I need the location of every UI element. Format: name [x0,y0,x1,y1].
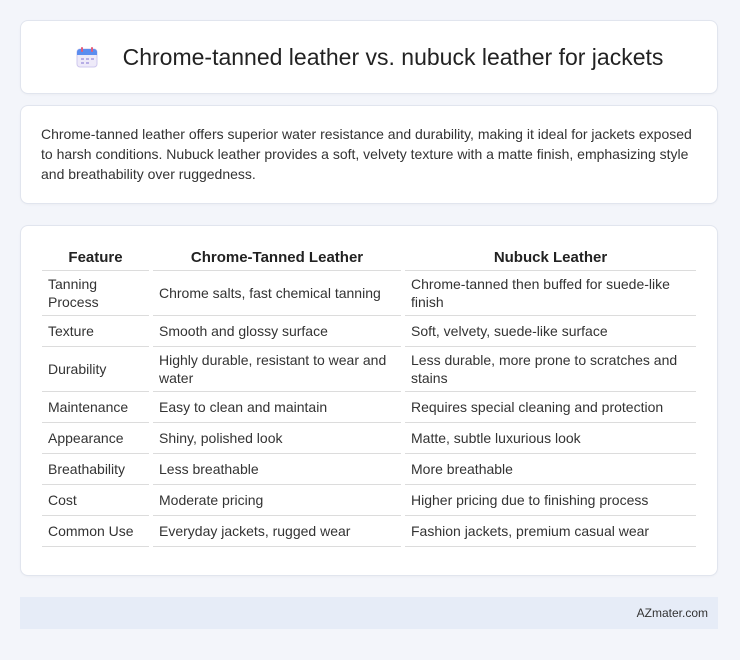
header-feature: Feature [42,244,149,271]
cell-nubuck: Less durable, more prone to scratches an… [405,347,696,392]
header-chrome-tanned: Chrome-Tanned Leather [153,244,401,271]
cell-feature: Tanning Process [42,271,149,316]
cell-feature: Breathability [42,454,149,485]
cell-feature: Appearance [42,423,149,454]
cell-nubuck: Higher pricing due to finishing process [405,485,696,516]
cell-nubuck: More breathable [405,454,696,485]
summary-card: Chrome-tanned leather offers superior wa… [20,105,718,204]
page-title: Chrome-tanned leather vs. nubuck leather… [75,43,664,71]
table-row: Maintenance Easy to clean and maintain R… [42,392,696,423]
cell-chrome: Chrome salts, fast chemical tanning [153,271,401,316]
table-row: Cost Moderate pricing Higher pricing due… [42,485,696,516]
cell-chrome: Moderate pricing [153,485,401,516]
header-nubuck: Nubuck Leather [405,244,696,271]
cell-chrome: Shiny, polished look [153,423,401,454]
comparison-table: Feature Chrome-Tanned Leather Nubuck Lea… [38,244,700,547]
footer-brand: AZmater.com [636,606,708,620]
cell-nubuck: Requires special cleaning and protection [405,392,696,423]
cell-chrome: Smooth and glossy surface [153,316,401,347]
table-row: Texture Smooth and glossy surface Soft, … [42,316,696,347]
cell-nubuck: Matte, subtle luxurious look [405,423,696,454]
cell-nubuck: Soft, velvety, suede-like surface [405,316,696,347]
summary-text: Chrome-tanned leather offers superior wa… [41,126,692,182]
table-row: Durability Highly durable, resistant to … [42,347,696,392]
cell-chrome: Highly durable, resistant to wear and wa… [153,347,401,392]
comparison-table-card: Feature Chrome-Tanned Leather Nubuck Lea… [20,225,718,576]
table-row: Appearance Shiny, polished look Matte, s… [42,423,696,454]
title-card: Chrome-tanned leather vs. nubuck leather… [20,20,718,94]
table-header-row: Feature Chrome-Tanned Leather Nubuck Lea… [42,244,696,271]
footer-bar: AZmater.com [20,597,718,629]
cell-nubuck: Chrome-tanned then buffed for suede-like… [405,271,696,316]
table-row: Breathability Less breathable More breat… [42,454,696,485]
cell-chrome: Less breathable [153,454,401,485]
table-row: Tanning Process Chrome salts, fast chemi… [42,271,696,316]
cell-nubuck: Fashion jackets, premium casual wear [405,516,696,547]
calendar-icon [75,45,99,69]
cell-feature: Common Use [42,516,149,547]
cell-chrome: Everyday jackets, rugged wear [153,516,401,547]
cell-feature: Durability [42,347,149,392]
table-row: Common Use Everyday jackets, rugged wear… [42,516,696,547]
cell-feature: Texture [42,316,149,347]
cell-feature: Maintenance [42,392,149,423]
cell-feature: Cost [42,485,149,516]
cell-chrome: Easy to clean and maintain [153,392,401,423]
page-title-text: Chrome-tanned leather vs. nubuck leather… [122,43,664,70]
